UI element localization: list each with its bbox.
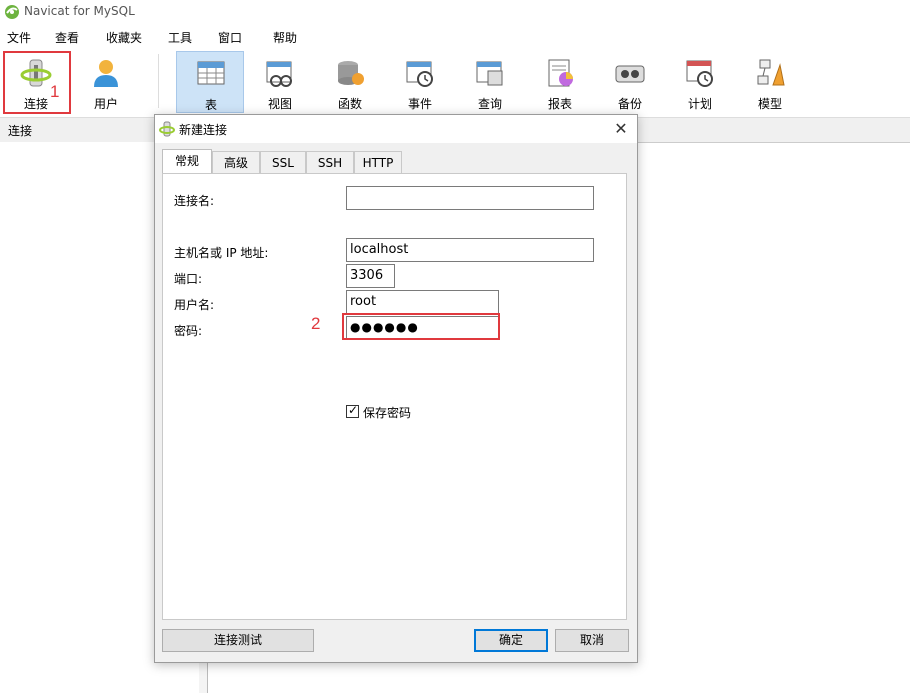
new-connection-dialog: 新建连接 ✕ 常规 高级 SSL SSH HTTP 连接名: 主机名或 IP 地… <box>154 114 638 663</box>
table-label: 表 <box>204 98 217 112</box>
schedule-button[interactable]: 计划 <box>669 52 731 112</box>
highlight-box-password <box>342 313 500 340</box>
window-title-bar: Navicat for MySQL <box>0 0 910 24</box>
menu-help[interactable]: 帮助 <box>273 29 297 46</box>
tab-http[interactable]: HTTP <box>354 151 402 173</box>
general-tab-panel: 连接名: 主机名或 IP 地址: localhost 端口: 3306 用户名:… <box>162 173 627 620</box>
password-label: 密码: <box>174 324 203 338</box>
schedule-icon <box>686 60 713 87</box>
annotation-number-1: 1 <box>50 82 60 101</box>
event-button[interactable]: 事件 <box>389 52 451 112</box>
user-icon <box>94 60 118 87</box>
model-button[interactable]: 模型 <box>739 52 801 112</box>
event-label: 事件 <box>407 97 432 111</box>
view-button[interactable]: 视图 <box>249 52 311 112</box>
function-label: 函数 <box>337 97 362 111</box>
table-button[interactable]: 表 <box>176 51 244 113</box>
connection-panel-title: 连接 <box>8 124 33 138</box>
app-title: Navicat for MySQL <box>24 4 135 18</box>
backup-button[interactable]: 备份 <box>599 52 661 112</box>
tab-ssh[interactable]: SSH <box>306 151 354 173</box>
checkmark-icon: ✓ <box>348 403 359 417</box>
view-label: 视图 <box>267 97 292 111</box>
save-password-label: 保存密码 <box>363 406 412 420</box>
function-button[interactable]: 函数 <box>319 52 381 112</box>
view-icon <box>266 61 292 87</box>
tab-general[interactable]: 常规 <box>162 149 212 173</box>
function-icon <box>338 61 364 85</box>
new-connection-icon <box>159 121 175 137</box>
host-label: 主机名或 IP 地址: <box>174 246 269 260</box>
report-button[interactable]: 报表 <box>529 52 591 112</box>
dialog-title-bar: 新建连接 ✕ <box>155 115 637 143</box>
menu-bar: 文件 查看 收藏夹 工具 窗口 帮助 <box>0 24 910 49</box>
model-icon <box>757 59 785 86</box>
tab-advanced[interactable]: 高级 <box>212 151 260 173</box>
event-icon <box>406 61 433 87</box>
query-label: 查询 <box>477 97 502 111</box>
connection-name-input[interactable] <box>346 186 594 210</box>
save-password-checkbox[interactable]: ✓ <box>346 403 359 418</box>
tab-ssl[interactable]: SSL <box>260 151 306 173</box>
menu-favorites[interactable]: 收藏夹 <box>106 29 142 46</box>
backup-label: 备份 <box>617 97 642 111</box>
annotation-number-2: 2 <box>311 314 321 333</box>
menu-file[interactable]: 文件 <box>7 29 31 46</box>
query-icon <box>476 61 503 86</box>
dialog-title: 新建连接 <box>179 123 228 137</box>
schedule-label: 计划 <box>687 97 712 111</box>
backup-icon <box>615 65 645 83</box>
toolbar-separator <box>158 54 159 108</box>
host-input[interactable]: localhost <box>346 238 594 262</box>
table-icon <box>197 61 225 85</box>
model-label: 模型 <box>757 97 782 111</box>
username-input[interactable]: root <box>346 290 499 314</box>
ok-button[interactable]: 确定 <box>474 629 548 652</box>
query-button[interactable]: 查询 <box>459 52 521 112</box>
user-button[interactable]: 用户 <box>75 52 137 112</box>
username-label: 用户名: <box>174 298 215 312</box>
port-input[interactable]: 3306 <box>346 264 395 288</box>
report-label: 报表 <box>547 97 572 111</box>
cancel-button[interactable]: 取消 <box>555 629 629 652</box>
navicat-logo-icon <box>5 5 19 19</box>
menu-window[interactable]: 窗口 <box>218 29 242 46</box>
report-icon <box>548 59 573 87</box>
user-label: 用户 <box>93 97 118 111</box>
test-connection-button[interactable]: 连接测试 <box>162 629 314 652</box>
port-label: 端口: <box>174 272 203 286</box>
menu-view[interactable]: 查看 <box>55 29 79 46</box>
menu-tools[interactable]: 工具 <box>168 29 192 46</box>
main-toolbar: 连接 用户 表 视图 函数 事件 查询 报表 备份 计划 模型 <box>0 48 910 116</box>
connection-name-label: 连接名: <box>174 194 215 208</box>
highlight-box-connect <box>3 51 71 114</box>
close-icon[interactable]: ✕ <box>611 119 631 139</box>
